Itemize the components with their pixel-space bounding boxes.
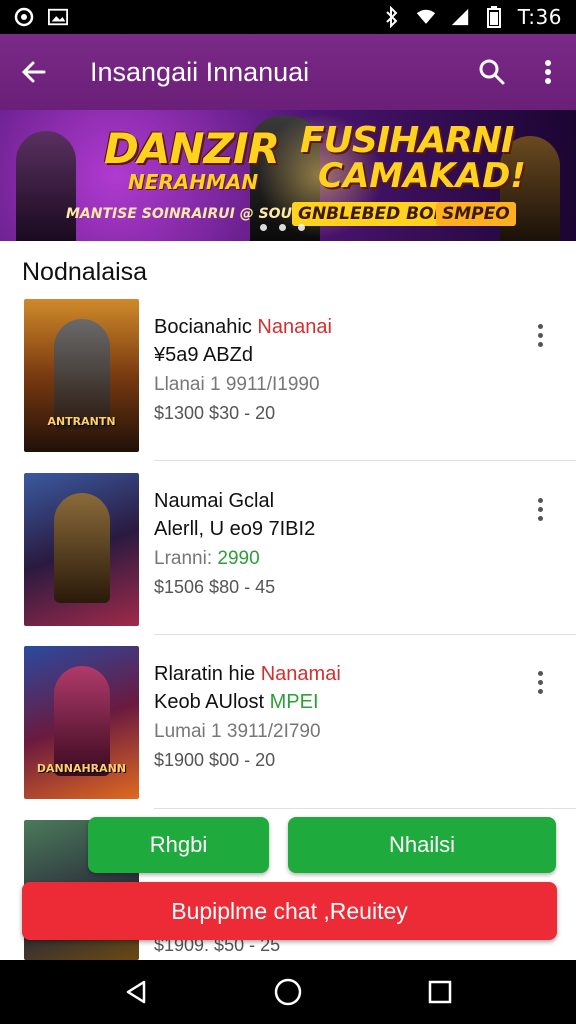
list-item[interactable]: Naumai Gclal Alerll, U eo9 7IBI2 Lranni:… (0, 473, 576, 643)
arrow-back-icon (21, 61, 46, 83)
list-item[interactable]: ANTRANTN Bocianahic Nananai ¥5a9 ABZd Ll… (0, 299, 576, 469)
page-title: Insangaii Innanuai (90, 56, 310, 87)
game-cover-image: DANNAHRANN (24, 646, 139, 799)
image-notification-icon (48, 7, 68, 27)
search-icon (479, 59, 505, 85)
recents-square-icon (428, 980, 452, 1004)
item-price: $1300 $30 - 20 (154, 403, 276, 423)
green-right-button[interactable]: Nhailsi (288, 817, 556, 873)
red-action-button[interactable]: Bupiplme chat ,Reuitey (22, 882, 557, 940)
item-title: Rlaratin hie Nanamai (154, 663, 341, 685)
divider (154, 634, 576, 635)
overflow-menu-button[interactable] (520, 34, 576, 110)
more-vert-icon (545, 60, 551, 84)
pager-dot[interactable] (279, 224, 286, 231)
promo-banner[interactable]: DANZIR FUSIHARNI NERAHMAN CAMAKAD! MANTI… (0, 110, 576, 241)
item-more-button[interactable] (526, 491, 554, 527)
item-more-button[interactable] (526, 664, 554, 700)
cover-caption: ANTRANTN (47, 415, 116, 428)
status-bar: T:36 (0, 0, 576, 34)
back-button[interactable] (0, 34, 68, 110)
pager-dot[interactable] (298, 224, 305, 231)
status-time: T:36 (517, 5, 562, 29)
home-circle-icon (274, 978, 302, 1006)
back-triangle-icon (126, 980, 146, 1004)
item-meta: Llanai 1 9911/I1990 (154, 374, 320, 395)
banner-pager (260, 224, 305, 231)
list-item[interactable]: DANNAHRANN Rlaratin hie Nanamai Keob AUl… (0, 646, 576, 816)
item-more-button[interactable] (526, 317, 554, 353)
nav-home-button[interactable] (256, 960, 320, 1024)
search-button[interactable] (464, 34, 520, 110)
divider (154, 808, 576, 809)
item-price: $1506 $80 - 45 (154, 577, 276, 597)
item-subtitle: ¥5a9 ABZd (154, 344, 253, 366)
item-meta: Lranni: 2990 (154, 548, 260, 569)
battery-icon (484, 6, 504, 28)
banner-headline: DANZIR (104, 124, 280, 173)
signal-icon (450, 7, 470, 27)
banner-badge: SMPEO (436, 202, 516, 226)
item-title: Naumai Gclal (154, 490, 275, 512)
item-price: $1900 $00 - 20 (154, 750, 276, 770)
game-cover-image (24, 473, 139, 626)
divider (154, 460, 576, 461)
banner-character (16, 131, 76, 241)
app-bar: Insangaii Innanuai (0, 34, 576, 110)
banner-headline: CAMAKAD! (318, 156, 526, 196)
item-meta: Lumai 1 3911/2I790 (154, 721, 321, 742)
nav-recents-button[interactable] (408, 960, 472, 1024)
banner-headline: FUSIHARNI (300, 120, 514, 161)
item-subtitle: Keob AUlost MPEI (154, 691, 319, 713)
system-nav-bar (0, 960, 576, 1024)
cover-caption: DANNAHRANN (36, 762, 127, 775)
bluetooth-icon (382, 6, 402, 28)
banner-subheadline: NERAHMAN (128, 170, 259, 194)
nav-back-button[interactable] (104, 960, 168, 1024)
section-title: Nodnalaisa (22, 258, 148, 286)
item-subtitle: Alerll, U eo9 7IBI2 (154, 518, 316, 540)
green-left-button[interactable]: Rhgbi (88, 817, 269, 873)
pager-dot[interactable] (260, 224, 267, 231)
wifi-icon (416, 7, 436, 27)
game-cover-image: ANTRANTN (24, 299, 139, 452)
item-title: Bocianahic Nananai (154, 316, 332, 338)
app-notification-icon (14, 7, 34, 27)
